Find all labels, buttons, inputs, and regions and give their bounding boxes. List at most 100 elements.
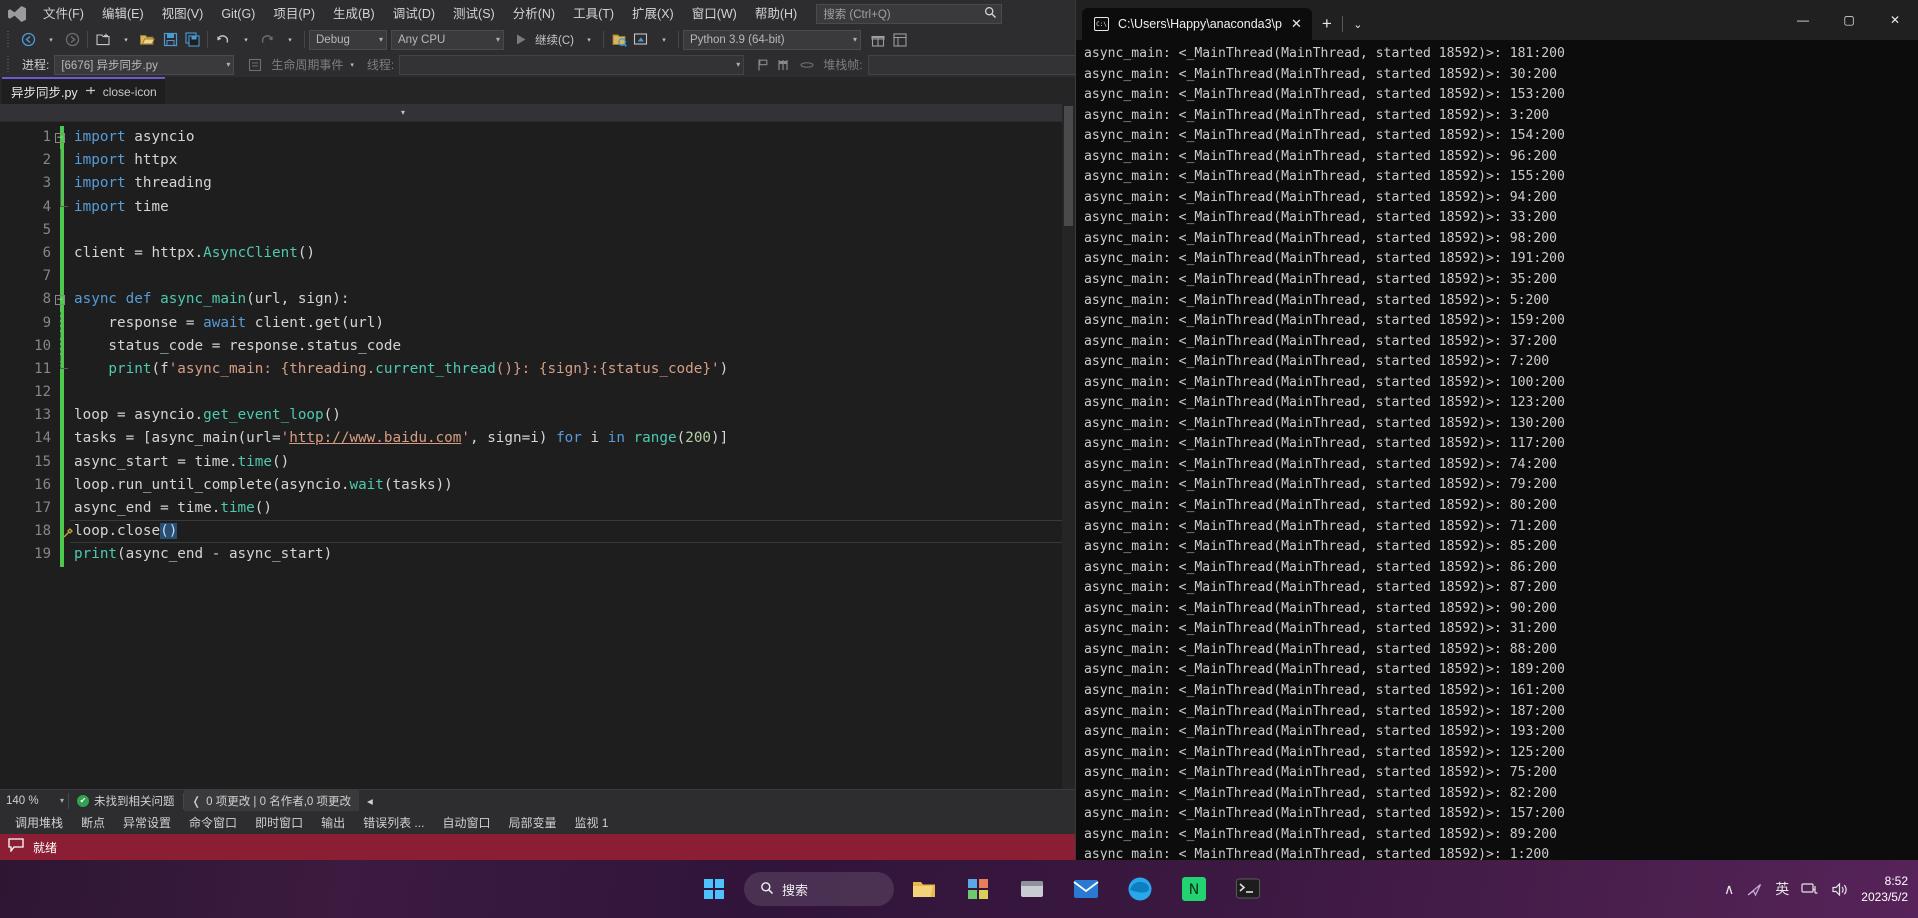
- show-hidden-icons-icon[interactable]: ∧: [1724, 881, 1734, 898]
- code-line[interactable]: 3 import threading: [0, 172, 1075, 196]
- git-changes-status[interactable]: ❬ 0 项更改 | 0 名作者,0 项更改: [183, 789, 359, 812]
- code-line[interactable]: 1− import asyncio: [0, 126, 1075, 150]
- continue-button[interactable]: 继续(C): [532, 29, 577, 51]
- flags-icon[interactable]: [774, 54, 796, 76]
- tool-tab-1[interactable]: 断点: [72, 811, 114, 834]
- save-icon[interactable]: [159, 29, 181, 51]
- scroll-left-arrow-icon[interactable]: ◂: [359, 794, 381, 808]
- new-project-dropdown-icon[interactable]: ▾: [114, 29, 136, 51]
- lifecycle-events-icon[interactable]: [244, 54, 266, 76]
- code-line[interactable]: 6 client = httpx.AsyncClient(): [0, 241, 1075, 266]
- code-line[interactable]: 12: [0, 381, 1075, 405]
- redo-icon[interactable]: [256, 29, 278, 51]
- new-project-icon[interactable]: [92, 29, 114, 51]
- terminal-tab-close-icon[interactable]: ✕: [1291, 16, 1302, 32]
- tool-tab-5[interactable]: 输出: [312, 811, 354, 834]
- close-icon[interactable]: close-icon: [103, 85, 157, 99]
- terminal-tab[interactable]: C:\ C:\Users\Happy\anaconda3\p ✕: [1082, 8, 1312, 40]
- fold-collapse-icon[interactable]: −: [55, 132, 65, 143]
- tool-tab-7[interactable]: 自动窗口: [433, 811, 499, 834]
- tool-tab-2[interactable]: 异常设置: [114, 811, 180, 834]
- tool-tab-0[interactable]: 调用堆栈: [6, 811, 72, 834]
- menu-item-project[interactable]: 项目(P): [264, 1, 324, 27]
- fold-collapse-icon[interactable]: −: [55, 294, 65, 305]
- gift-icon[interactable]: [867, 29, 889, 51]
- terminal-output[interactable]: async_main: <_MainThread(MainThread, sta…: [1076, 40, 1918, 860]
- attach-dropdown-icon[interactable]: ▾: [652, 29, 674, 51]
- navigate-forward-icon[interactable]: [61, 29, 83, 51]
- code-line[interactable]: 8− async def async_main(url, sign):: [0, 288, 1075, 312]
- document-tab[interactable]: 异步同步.py close-icon: [2, 77, 165, 104]
- code-lines-container[interactable]: 1− import asyncio 2 import httpx 3 import thr…: [0, 122, 1075, 789]
- stack-icon[interactable]: [796, 54, 818, 76]
- tool-tab-4[interactable]: 即时窗口: [246, 811, 312, 834]
- chevron-down-icon[interactable]: ▾: [401, 108, 405, 117]
- undo-dropdown-icon[interactable]: ▾: [234, 29, 256, 51]
- taskbar-clock[interactable]: 8:52 2023/5/2: [1861, 873, 1908, 905]
- menu-item-view[interactable]: 视图(V): [153, 1, 213, 27]
- pycharm-icon[interactable]: N: [1170, 865, 1218, 913]
- taskbar-search-box[interactable]: 搜索: [744, 872, 894, 906]
- code-line[interactable]: 16 loop.run_until_complete(asyncio.wait(t…: [0, 473, 1075, 497]
- navigate-back-dropdown-icon[interactable]: ▾: [39, 29, 61, 51]
- code-line[interactable]: 13 loop = asyncio.get_event_loop(): [0, 404, 1075, 428]
- open-file-icon[interactable]: [136, 29, 159, 51]
- code-line[interactable]: 17 async_end = time.time(): [0, 497, 1075, 521]
- python-environment-combo[interactable]: Python 3.9 (64-bit) ▾: [682, 29, 861, 50]
- ime-chinese-icon[interactable]: 英: [1775, 879, 1789, 899]
- widgets-icon[interactable]: [954, 865, 1002, 913]
- menu-item-tools[interactable]: 工具(T): [564, 1, 623, 27]
- mail-icon[interactable]: [1062, 865, 1110, 913]
- issues-status[interactable]: ✔ 未找到相关问题: [69, 793, 183, 809]
- terminal-maximize-button[interactable]: ▢: [1826, 0, 1872, 40]
- menu-item-edit[interactable]: 编辑(E): [93, 1, 153, 27]
- hot-reload-icon[interactable]: [608, 29, 630, 51]
- terminal-close-button[interactable]: ✕: [1872, 0, 1918, 40]
- windows-start-icon[interactable]: [690, 865, 738, 913]
- window-layout-icon[interactable]: [889, 29, 911, 51]
- menu-item-debug[interactable]: 调试(D): [384, 1, 444, 27]
- navigate-back-icon[interactable]: [17, 29, 39, 51]
- code-line[interactable]: 10 status_code = response.status_code: [0, 334, 1075, 358]
- code-line[interactable]: 9 response = await client.get(url): [0, 311, 1075, 335]
- solution-configuration-combo[interactable]: Debug ▾: [309, 29, 387, 50]
- menu-item-test[interactable]: 测试(S): [444, 1, 504, 27]
- pin-icon[interactable]: [85, 85, 96, 99]
- undo-icon[interactable]: [212, 29, 234, 51]
- code-line[interactable]: 2 import httpx: [0, 149, 1075, 173]
- save-all-icon[interactable]: [181, 29, 203, 51]
- code-line[interactable]: 7: [0, 265, 1075, 289]
- flag-icon[interactable]: [752, 54, 774, 76]
- menu-item-extensions[interactable]: 扩展(X): [623, 1, 683, 27]
- volume-icon[interactable]: [1831, 882, 1849, 897]
- menu-item-build[interactable]: 生成(B): [324, 1, 384, 27]
- tool-tab-9[interactable]: 监视 1: [565, 811, 617, 834]
- tool-tab-8[interactable]: 局部变量: [499, 811, 565, 834]
- code-line[interactable]: 11 print(f'async_main: {threading.curren…: [0, 357, 1075, 382]
- solution-platform-combo[interactable]: Any CPU ▾: [391, 29, 504, 50]
- network-icon[interactable]: [1801, 882, 1819, 897]
- menu-item-window[interactable]: 窗口(W): [683, 1, 746, 27]
- code-line[interactable]: 18 loop.close(): [0, 520, 1075, 544]
- attach-process-icon[interactable]: [630, 29, 652, 51]
- redo-dropdown-icon[interactable]: ▾: [278, 29, 300, 51]
- thread-combo[interactable]: ▾: [399, 54, 745, 75]
- start-debug-icon[interactable]: [510, 29, 532, 51]
- terminal-icon[interactable]: [1224, 865, 1272, 913]
- process-combo[interactable]: [6676] 异步同步.py ▾: [54, 54, 235, 75]
- terminal-minimize-button[interactable]: —: [1780, 0, 1826, 40]
- terminal-dropdown-icon[interactable]: ⌄: [1343, 8, 1373, 40]
- menu-item-help[interactable]: 帮助(H): [746, 1, 806, 27]
- editor-scrollbar[interactable]: [1062, 104, 1075, 789]
- editor-scrollbar-thumb[interactable]: [1064, 106, 1073, 226]
- toolbar-grip[interactable]: [7, 30, 14, 49]
- file-explorer-pinned-icon[interactable]: [900, 865, 948, 913]
- toolbar-grip[interactable]: [7, 55, 14, 74]
- menu-item-git[interactable]: Git(G): [212, 1, 264, 27]
- code-line[interactable]: 5: [0, 218, 1075, 242]
- menu-item-analyze[interactable]: 分析(N): [504, 1, 564, 27]
- tool-tab-6[interactable]: 错误列表 ...: [354, 811, 433, 834]
- code-line[interactable]: 14 tasks = [async_main(url='http://www.ba…: [0, 427, 1075, 451]
- code-line[interactable]: 19 print(async_end - async_start): [0, 543, 1075, 567]
- search-input[interactable]: 搜索 (Ctrl+Q): [816, 3, 1003, 24]
